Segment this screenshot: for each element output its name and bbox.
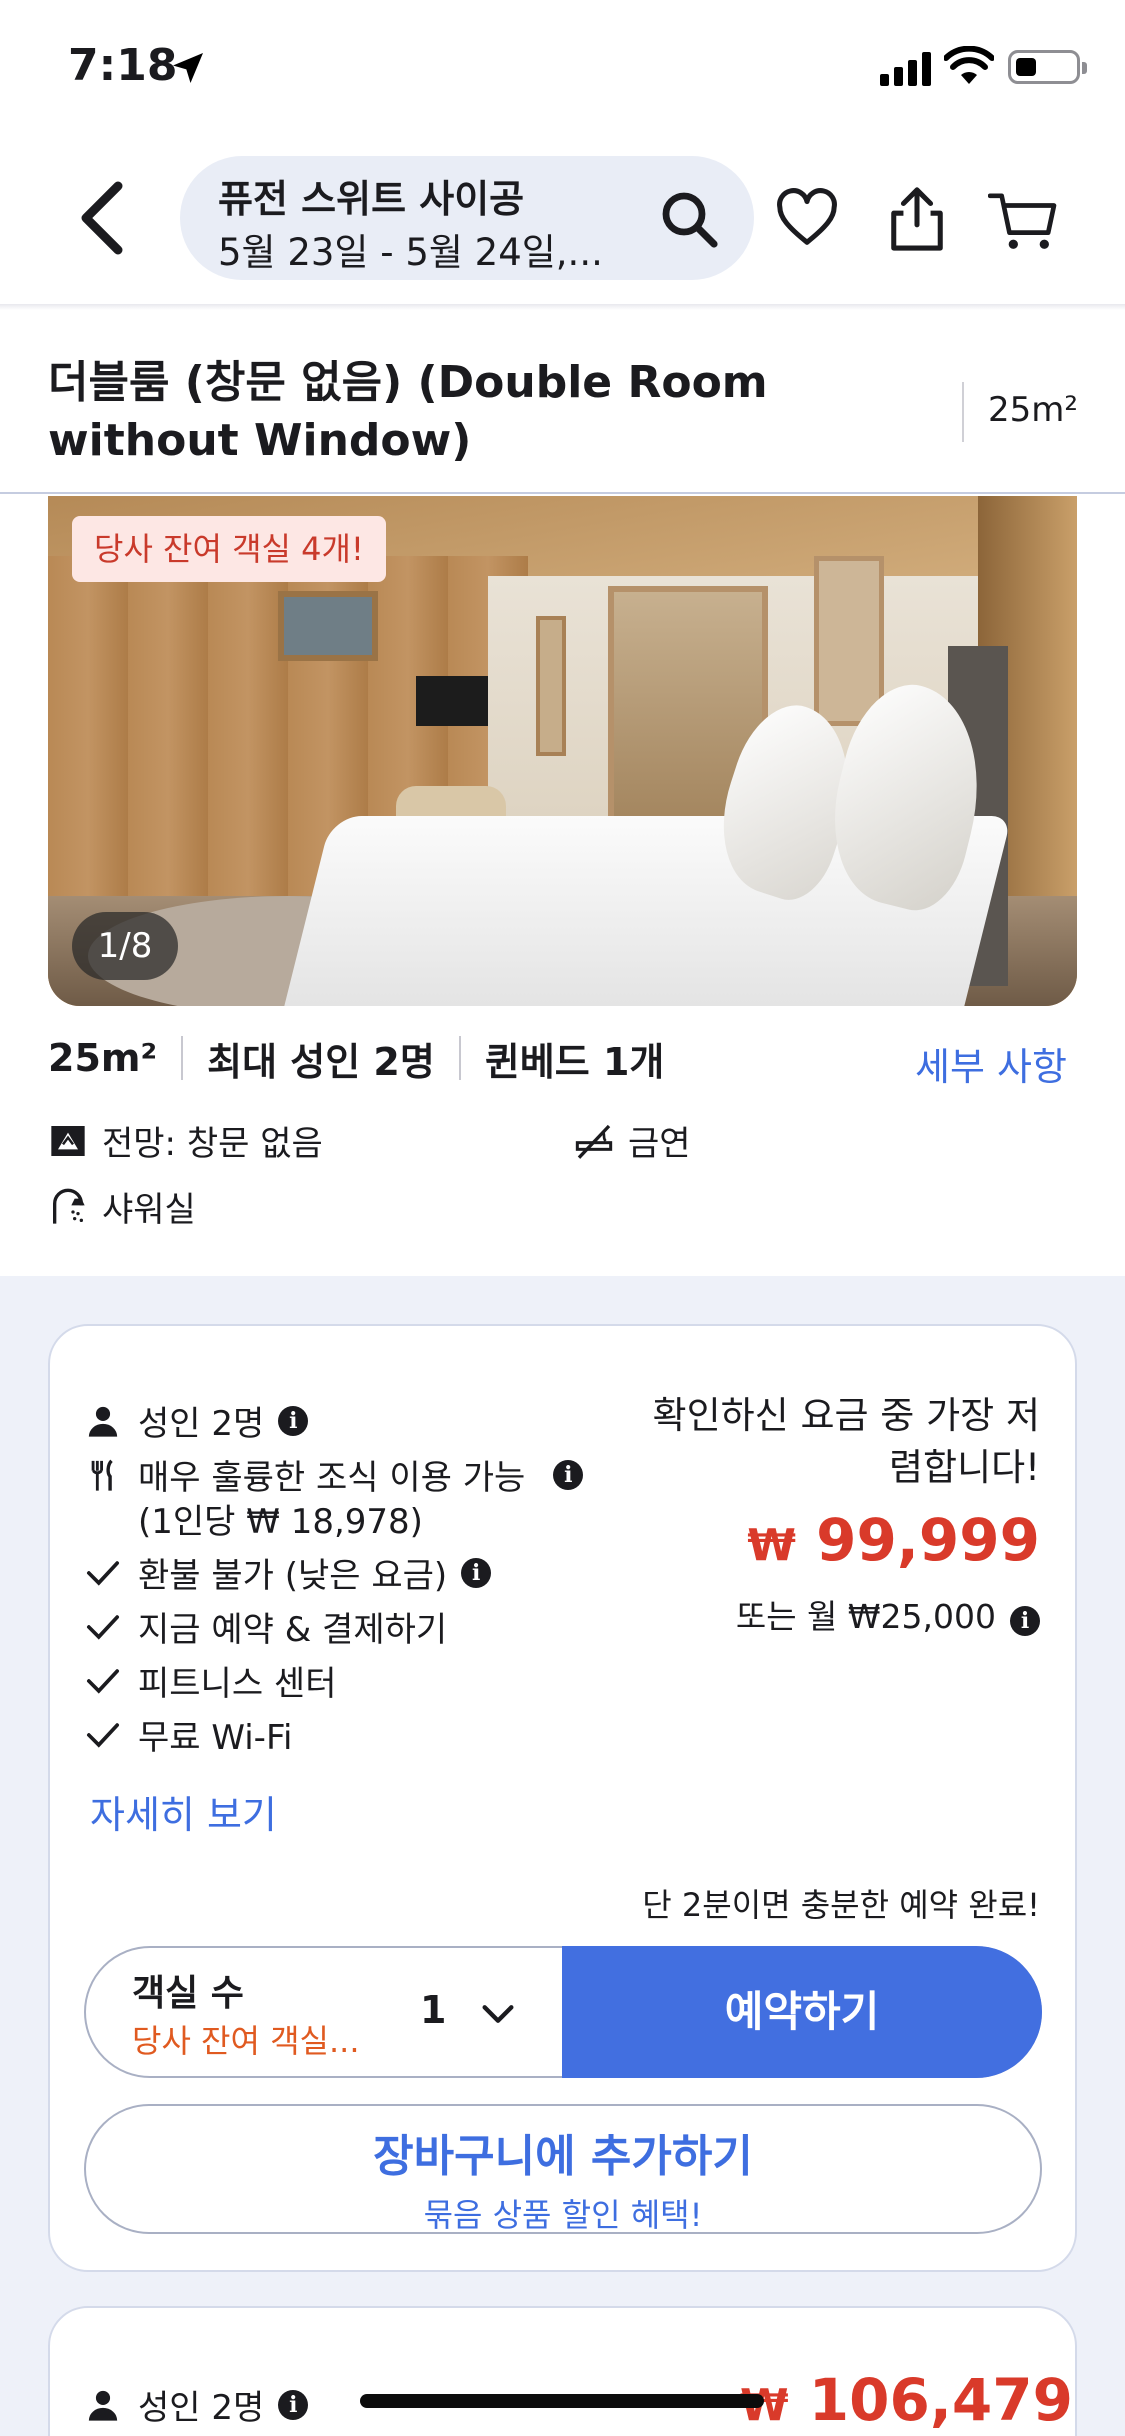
breakfast-price: (1인당 ₩ 18,978) <box>138 1502 423 1542</box>
offer2-guests: 성인 2명 i <box>86 2380 309 2429</box>
shower-icon <box>53 1188 85 1224</box>
offer-price: ₩ 99,999 <box>747 1506 1040 1574</box>
room-count-label: 객실 수 <box>132 1973 244 2014</box>
fact-size: 25m² <box>48 1036 158 1080</box>
offer2-price: ₩ 106,479 <box>740 2366 1073 2434</box>
add-to-cart-button[interactable]: 장바구니에 추가하기 묶음 상품 할인 혜택! <box>84 2104 1042 2234</box>
info-icon[interactable]: i <box>461 1557 492 1588</box>
battery-icon <box>1008 50 1087 84</box>
monthly-price: 또는 월 ₩25,000 i <box>640 1590 1040 1638</box>
amenity-shower: 샤워실 <box>48 1182 196 1231</box>
divider <box>962 382 964 442</box>
details-link[interactable]: 세부 사항 <box>915 1036 1067 1091</box>
search-icon[interactable] <box>660 190 720 250</box>
chevron-down-icon[interactable] <box>478 1994 518 2034</box>
cart-icon[interactable] <box>988 190 1058 252</box>
more-details-link[interactable]: 자세히 보기 <box>90 1784 277 1839</box>
quick-booking-note: 단 2분이면 충분한 예약 완료! <box>642 1886 1040 1924</box>
info-icon[interactable]: i <box>278 2389 309 2420</box>
fact-bed: 퀸베드 1개 <box>484 1039 665 1084</box>
location-arrow-icon <box>173 53 203 83</box>
wifi-icon <box>944 46 994 84</box>
signal-icon <box>880 52 931 86</box>
checkmark-icon <box>86 1668 120 1694</box>
home-indicator <box>360 2394 764 2408</box>
heart-icon[interactable] <box>776 188 838 250</box>
lowest-price-note: 확인하신 요금 중 가장 저렴합니다! <box>652 1394 1040 1489</box>
book-button[interactable]: 예약하기 <box>562 1946 1042 2078</box>
header-divider <box>0 304 1125 310</box>
hotel-name[interactable]: 퓨전 스위트 사이공 <box>218 168 524 223</box>
info-icon[interactable]: i <box>553 1459 584 1490</box>
room-count-value[interactable]: 1 <box>420 1988 446 2032</box>
fact-occupancy: 최대 성인 2명 <box>207 1039 435 1084</box>
divider <box>0 492 1125 494</box>
person-icon <box>88 2390 118 2421</box>
info-icon[interactable]: i <box>278 1405 309 1436</box>
amenity-smoking: 금연 <box>574 1116 691 1165</box>
scarcity-badge: 당사 잔여 객실 4개! <box>72 516 386 582</box>
view-icon <box>51 1125 85 1156</box>
share-icon[interactable] <box>886 186 948 252</box>
offer-pay-now: 지금 예약 & 결제하기 <box>86 1602 447 1651</box>
offer-fitness: 피트니스 센터 <box>86 1656 337 1705</box>
offer-breakfast: 매우 훌륭한 조식 이용 가능 i <box>86 1450 584 1499</box>
offer-guests: 성인 2명 i <box>86 1396 309 1445</box>
offer-refund: 환불 불가 (낮은 요금) i <box>86 1548 492 1597</box>
checkmark-icon <box>86 1722 120 1748</box>
divider <box>458 1036 461 1080</box>
checkmark-icon <box>86 1560 120 1586</box>
divider <box>181 1036 184 1080</box>
status-time: 7:18 <box>68 40 178 91</box>
person-icon <box>88 1406 118 1437</box>
info-icon[interactable]: i <box>1010 1606 1040 1636</box>
room-facts: 25m² 최대 성인 2명 퀸베드 1개 <box>48 1030 664 1086</box>
amenity-view: 전망: 창문 없음 <box>48 1116 323 1165</box>
room-title: 더블룸 (창문 없음) (Double Room without Window) <box>48 357 768 466</box>
offer-wifi: 무료 Wi-Fi <box>86 1710 292 1759</box>
room-size: 25m² <box>988 390 1079 430</box>
photo-counter: 1/8 <box>72 912 178 980</box>
fork-knife-icon <box>91 1459 113 1491</box>
room-count-scarcity: 당사 잔여 객실... <box>132 2022 360 2060</box>
checkmark-icon <box>86 1614 120 1640</box>
no-smoking-icon <box>575 1124 613 1159</box>
back-chevron-icon[interactable] <box>70 178 130 258</box>
stay-dates[interactable]: 5월 23일 - 5월 24일,... <box>218 222 603 276</box>
